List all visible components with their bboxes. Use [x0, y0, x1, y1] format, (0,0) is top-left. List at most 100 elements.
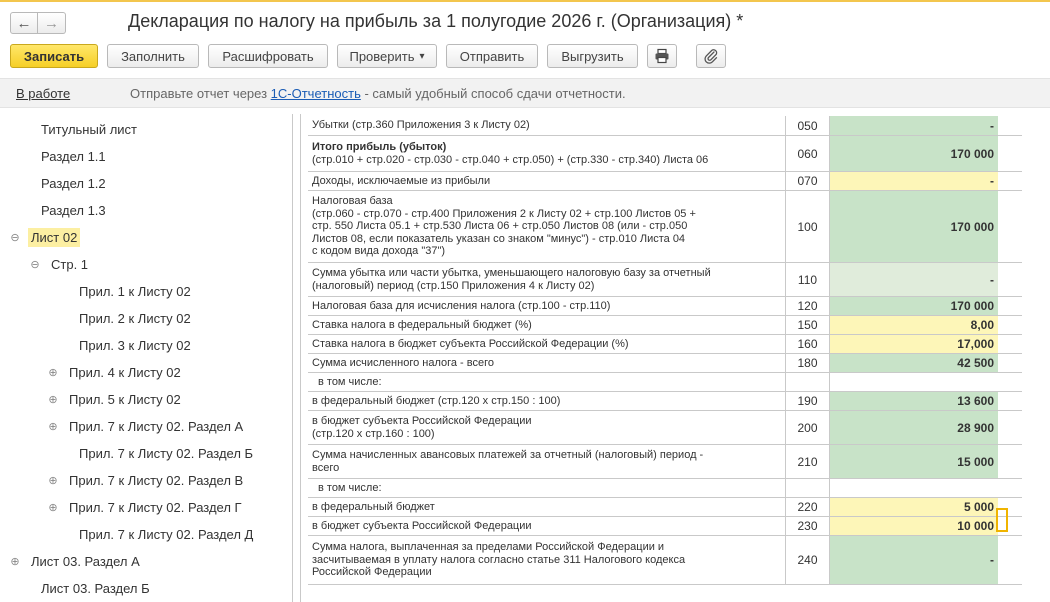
expand-icon[interactable]: ⊕	[46, 420, 60, 433]
save-button[interactable]: Записать	[10, 44, 98, 68]
row-code: 190	[786, 392, 830, 410]
table-row: Налоговая база (стр.060 - стр.070 - стр.…	[308, 191, 1022, 263]
table-row: Убытки (стр.360 Приложения 3 к Листу 02)…	[308, 116, 1022, 136]
check-label: Проверить	[349, 48, 415, 64]
table-row: Сумма исчисленного налога - всего 180 42 5…	[308, 354, 1022, 373]
row-description-text: Убытки (стр.360 Приложения 3 к Листу 02)	[312, 119, 530, 132]
row-description-text: Налоговая база для исчисления налога (ст…	[312, 299, 611, 312]
forward-arrow-icon[interactable]: →	[38, 12, 66, 34]
expand-icon[interactable]: ⊕	[46, 474, 60, 487]
attach-button[interactable]	[696, 44, 726, 68]
back-arrow-icon[interactable]: ←	[10, 12, 38, 34]
row-description-text: в бюджет субъекта Российской Федерации (…	[312, 415, 532, 440]
status-message: Отправьте отчет через 1С-Отчетность - са…	[130, 86, 626, 101]
table-row: Итого прибыль (убыток) (стр.010 + стр.020…	[308, 136, 1022, 172]
tree-item[interactable]: ⊕ Прил. 4 к Листу 02	[46, 359, 184, 385]
decode-button[interactable]: Расшифровать	[208, 44, 328, 68]
row-code: 150	[786, 316, 830, 334]
row-description: Сумма начисленных авансовых платежей за …	[308, 445, 786, 478]
tree-item[interactable]: Прил. 3 к Листу 02	[76, 332, 194, 358]
expand-icon[interactable]: ⊕	[46, 393, 60, 406]
tree-item[interactable]: ⊖ Стр. 1	[28, 251, 91, 277]
print-button[interactable]	[647, 44, 677, 68]
expand-icon[interactable]: ⊕	[46, 501, 60, 514]
row-code	[786, 373, 830, 391]
row-value-cell[interactable]: 5 000	[830, 498, 998, 516]
row-value-cell[interactable]: -	[830, 172, 998, 190]
status-bar: В работе Отправьте отчет через 1С-Отчетн…	[0, 78, 1050, 108]
row-value-cell[interactable]: 170 000	[830, 191, 998, 262]
tree-item-label: Прил. 7 к Листу 02. Раздел Д	[79, 526, 254, 542]
tree-item[interactable]: Лист 03. Раздел Б	[38, 575, 153, 601]
tree-item-label: Прил. 2 к Листу 02	[79, 310, 191, 326]
table-row: в федеральный бюджет (стр.120 х стр.150 …	[308, 392, 1022, 411]
table-row: Доходы, исключаемые из прибыли 070-	[308, 172, 1022, 191]
collapse-icon[interactable]: ⊖	[8, 231, 22, 244]
row-description: Ставка налога в федеральный бюджет (%)	[308, 316, 786, 334]
tree-item-label: Титульный лист	[41, 121, 138, 137]
row-description: в бюджет субъекта Российской Федерации	[308, 517, 786, 535]
panel-splitter[interactable]	[292, 114, 293, 602]
table-row: в бюджет субъекта Российской Федерации 23…	[308, 517, 1022, 536]
active-cell-marker	[996, 508, 1008, 532]
tree-item[interactable]: Прил. 7 к Листу 02. Раздел Б	[76, 440, 256, 466]
row-code: 060	[786, 136, 830, 171]
row-value-cell[interactable]: 13 600	[830, 392, 998, 410]
status-message-suffix: - самый удобный способ сдачи отчетности.	[360, 86, 626, 101]
tree-item[interactable]: Прил. 1 к Листу 02	[76, 278, 194, 304]
tree-item[interactable]: ⊕ Лист 03. Раздел А	[8, 548, 143, 574]
tree-item[interactable]: Титульный лист	[38, 116, 140, 142]
tree-item[interactable]: Раздел 1.2	[38, 170, 109, 196]
row-value-cell[interactable]: 28 900	[830, 411, 998, 444]
row-value-cell[interactable]: 8,00	[830, 316, 998, 334]
row-value-cell[interactable]: 15 000	[830, 445, 998, 478]
expand-icon[interactable]: ⊕	[46, 366, 60, 379]
tree-item[interactable]: Раздел 1.3	[38, 197, 109, 223]
row-description-text: в том числе:	[318, 375, 382, 388]
reporting-service-link[interactable]: 1С-Отчетность	[271, 86, 361, 101]
fill-button[interactable]: Заполнить	[107, 44, 199, 68]
check-button[interactable]: Проверить ▾	[337, 44, 437, 68]
row-description: в федеральный бюджет (стр.120 х стр.150 …	[308, 392, 786, 410]
tree-item-label: Прил. 1 к Листу 02	[79, 283, 191, 299]
tree-item[interactable]: ⊕ Прил. 5 к Листу 02	[46, 386, 184, 412]
collapse-icon[interactable]: ⊖	[28, 258, 42, 271]
tree-item[interactable]: Раздел 1.1	[38, 143, 109, 169]
tree-item-label: Прил. 5 к Листу 02	[69, 391, 181, 407]
status-message-prefix: Отправьте отчет через	[130, 86, 271, 101]
table-row: Ставка налога в федеральный бюджет (%) 15…	[308, 316, 1022, 335]
printer-icon	[655, 48, 669, 64]
tree-item-label: Прил. 7 к Листу 02. Раздел В	[69, 472, 244, 488]
row-value-cell[interactable]: 10 000	[830, 517, 998, 535]
row-code: 200	[786, 411, 830, 444]
tree-item-label: Раздел 1.2	[41, 175, 106, 191]
row-value-cell[interactable]: 170 000	[830, 136, 998, 171]
status-state-link[interactable]: В работе	[16, 86, 70, 101]
row-value-cell[interactable]: -	[830, 116, 998, 135]
title-bar: ← → Декларация по налогу на прибыль за 1…	[0, 2, 1050, 40]
row-value-cell[interactable]: -	[830, 263, 998, 296]
declaration-sheet: Убытки (стр.360 Приложения 3 к Листу 02)…	[308, 116, 1022, 602]
row-description-text: Сумма убытка или части убытка, уменьшающ…	[312, 267, 711, 292]
tree-item[interactable]: ⊕ Прил. 7 к Листу 02. Раздел Г	[46, 494, 245, 520]
row-code: 120	[786, 297, 830, 315]
row-value-cell[interactable]: 170 000	[830, 297, 998, 315]
export-button[interactable]: Выгрузить	[547, 44, 638, 68]
table-row: в федеральный бюджет 220 5 000	[308, 498, 1022, 517]
row-value-cell[interactable]: 42 500	[830, 354, 998, 372]
send-button[interactable]: Отправить	[446, 44, 538, 68]
tree-item[interactable]: ⊖ Лист 02	[8, 224, 81, 250]
tree-item-label: Раздел 1.3	[41, 202, 106, 218]
tree-item[interactable]: ⊕ Прил. 7 к Листу 02. Раздел В	[46, 467, 246, 493]
tree-item[interactable]: Прил. 7 к Листу 02. Раздел Д	[76, 521, 256, 547]
row-code: 240	[786, 536, 830, 584]
row-code: 050	[786, 116, 830, 135]
row-description-text: Сумма исчисленного налога - всего	[312, 356, 495, 369]
row-value-cell[interactable]: 17,000	[830, 335, 998, 353]
tree-item[interactable]: ⊕ Прил. 7 к Листу 02. Раздел А	[46, 413, 246, 439]
row-value-cell[interactable]: -	[830, 536, 998, 584]
tree-item[interactable]: Прил. 2 к Листу 02	[76, 305, 194, 331]
expand-icon[interactable]: ⊕	[8, 555, 22, 568]
row-code	[786, 479, 830, 497]
row-description: Сумма налога, выплаченная за пределами Р…	[308, 536, 786, 584]
